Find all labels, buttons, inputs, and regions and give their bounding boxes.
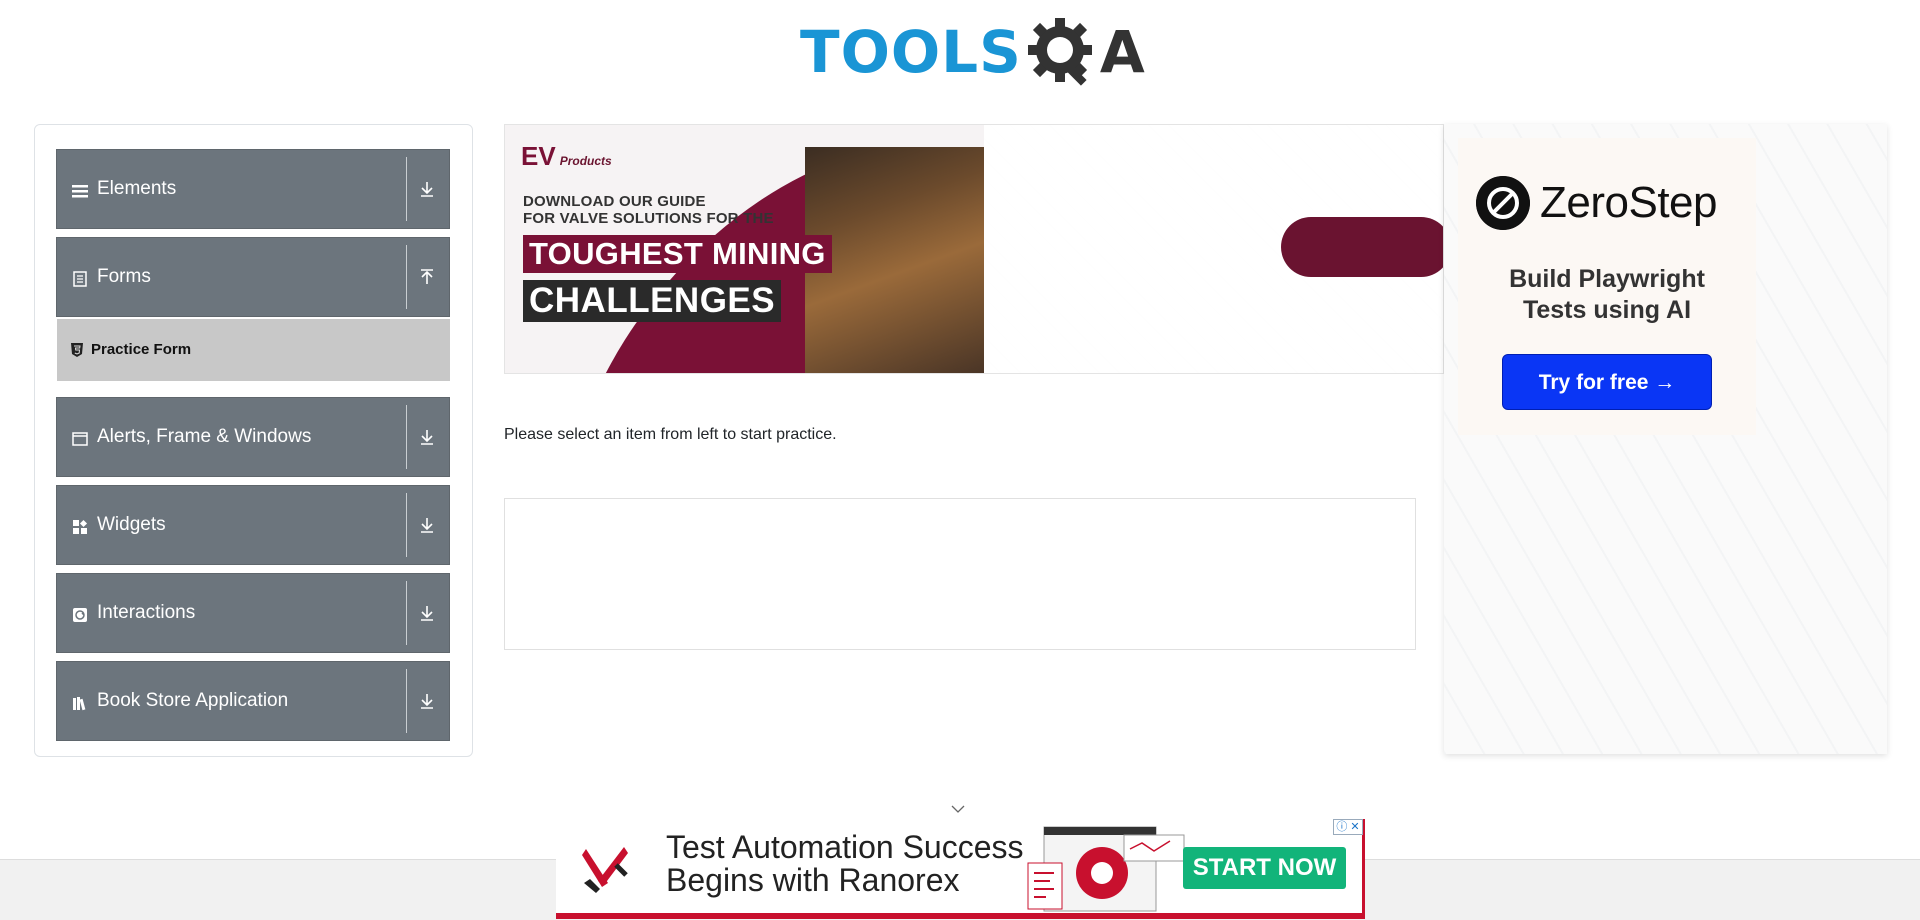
start-now-button[interactable]: START NOW [1183, 847, 1346, 889]
sidebar-group-label: Book Store Application [97, 690, 289, 711]
ranorex-line-2: Begins with Ranorex [666, 862, 960, 898]
sidebar-group-label: Elements [97, 178, 177, 199]
site-header: TOOLS A [0, 0, 1920, 100]
interaction-icon [73, 608, 87, 622]
divider [406, 245, 407, 309]
ranorex-headline: Test Automation Success Begins with Rano… [666, 831, 1024, 897]
divider [406, 157, 407, 221]
zerostep-brand: ZeroStep [1540, 178, 1717, 227]
ad-cta-button[interactable] [1281, 217, 1443, 277]
bottom-banner-ad[interactable]: Test Automation Success Begins with Rano… [556, 819, 1365, 919]
menu-icon [72, 185, 88, 198]
divider [406, 669, 407, 733]
ad-mining-photo [805, 147, 984, 373]
divider [406, 405, 407, 469]
ad-brand-mark: EV [521, 141, 556, 171]
ranorex-logo-icon [582, 847, 628, 893]
zerostep-logo-icon [1476, 176, 1530, 230]
practice-instruction: Please select an item from left to start… [504, 426, 837, 443]
gear-screens-graphic [1027, 826, 1185, 912]
book-icon [73, 697, 86, 711]
zerostep-tagline-2: Tests using AI [1522, 296, 1692, 324]
sidebar-group-label: Forms [97, 266, 151, 287]
ad-image[interactable]: EV Products DOWNLOAD OUR GUIDE FOR VALVE … [505, 125, 984, 373]
sidebar-group-label: Alerts, Frame & Windows [97, 426, 312, 447]
zerostep-card[interactable]: ZeroStep Build Playwright Tests using AI… [1458, 138, 1756, 435]
upload-arrow-icon[interactable] [418, 268, 436, 286]
download-arrow-icon[interactable] [418, 604, 436, 622]
download-arrow-icon[interactable] [418, 516, 436, 534]
ad-brand: EV Products [521, 141, 612, 172]
window-icon [72, 432, 88, 446]
sidebar-group-elements[interactable]: Elements [56, 149, 450, 229]
left-sidebar: Elements Forms Practice Form Alerts, Fra… [34, 124, 473, 757]
html5-icon [71, 343, 83, 357]
sidebar-item-practice-form[interactable]: Practice Form [57, 319, 450, 381]
logo-text-a: A [1099, 18, 1145, 86]
zerostep-tagline: Build Playwright Tests using AI [1458, 264, 1756, 326]
ad-placeholder-box [504, 498, 1416, 650]
ad-line-1: DOWNLOAD OUR GUIDE [523, 193, 706, 210]
ad-subtext: DOWNLOAD OUR GUIDE FOR VALVE SOLUTIONS F… [523, 193, 774, 227]
gear-magnifier-icon [1027, 18, 1092, 86]
sidebar-group-label: Widgets [97, 514, 166, 535]
sidebar-group-label: Interactions [97, 602, 196, 623]
sidebar-group-widgets[interactable]: Widgets [56, 485, 450, 565]
download-arrow-icon[interactable] [418, 692, 436, 710]
ranorex-line-1: Test Automation Success [666, 829, 1024, 865]
document-icon [73, 271, 87, 287]
download-arrow-icon[interactable] [418, 180, 436, 198]
chevron-down-icon[interactable] [951, 804, 965, 814]
sidebar-group-forms[interactable]: Forms [56, 237, 450, 317]
ad-close-icon[interactable]: ⓘ ✕ [1333, 819, 1363, 835]
sidebar-group-book-store-application[interactable]: Book Store Application [56, 661, 450, 741]
ad-headline-2: CHALLENGES [523, 280, 782, 322]
grid-icon [73, 519, 88, 534]
ad-headline-1: TOUGHEST MINING [523, 235, 832, 273]
ad-line-2: FOR VALVE SOLUTIONS FOR THE [523, 210, 774, 227]
try-for-free-button[interactable]: Try for free → [1502, 354, 1712, 410]
zerostep-tagline-1: Build Playwright [1509, 265, 1705, 293]
ad-bottom-redline [556, 913, 1365, 919]
top-banner-ad[interactable]: EV Products DOWNLOAD OUR GUIDE FOR VALVE … [504, 124, 1444, 374]
divider [406, 581, 407, 645]
sidebar-group-alerts-frame-windows[interactable]: Alerts, Frame & Windows [56, 397, 450, 477]
sidebar-group-interactions[interactable]: Interactions [56, 573, 450, 653]
download-arrow-icon[interactable] [418, 428, 436, 446]
sidebar-item-label: Practice Form [91, 341, 192, 358]
toolsqa-logo[interactable]: TOOLS A [800, 14, 1145, 90]
logo-text-tools: TOOLS [800, 18, 1022, 86]
right-side-ad[interactable]: ZeroStep Build Playwright Tests using AI… [1444, 124, 1887, 754]
ad-brand-text: Products [559, 154, 612, 168]
divider [406, 493, 407, 557]
